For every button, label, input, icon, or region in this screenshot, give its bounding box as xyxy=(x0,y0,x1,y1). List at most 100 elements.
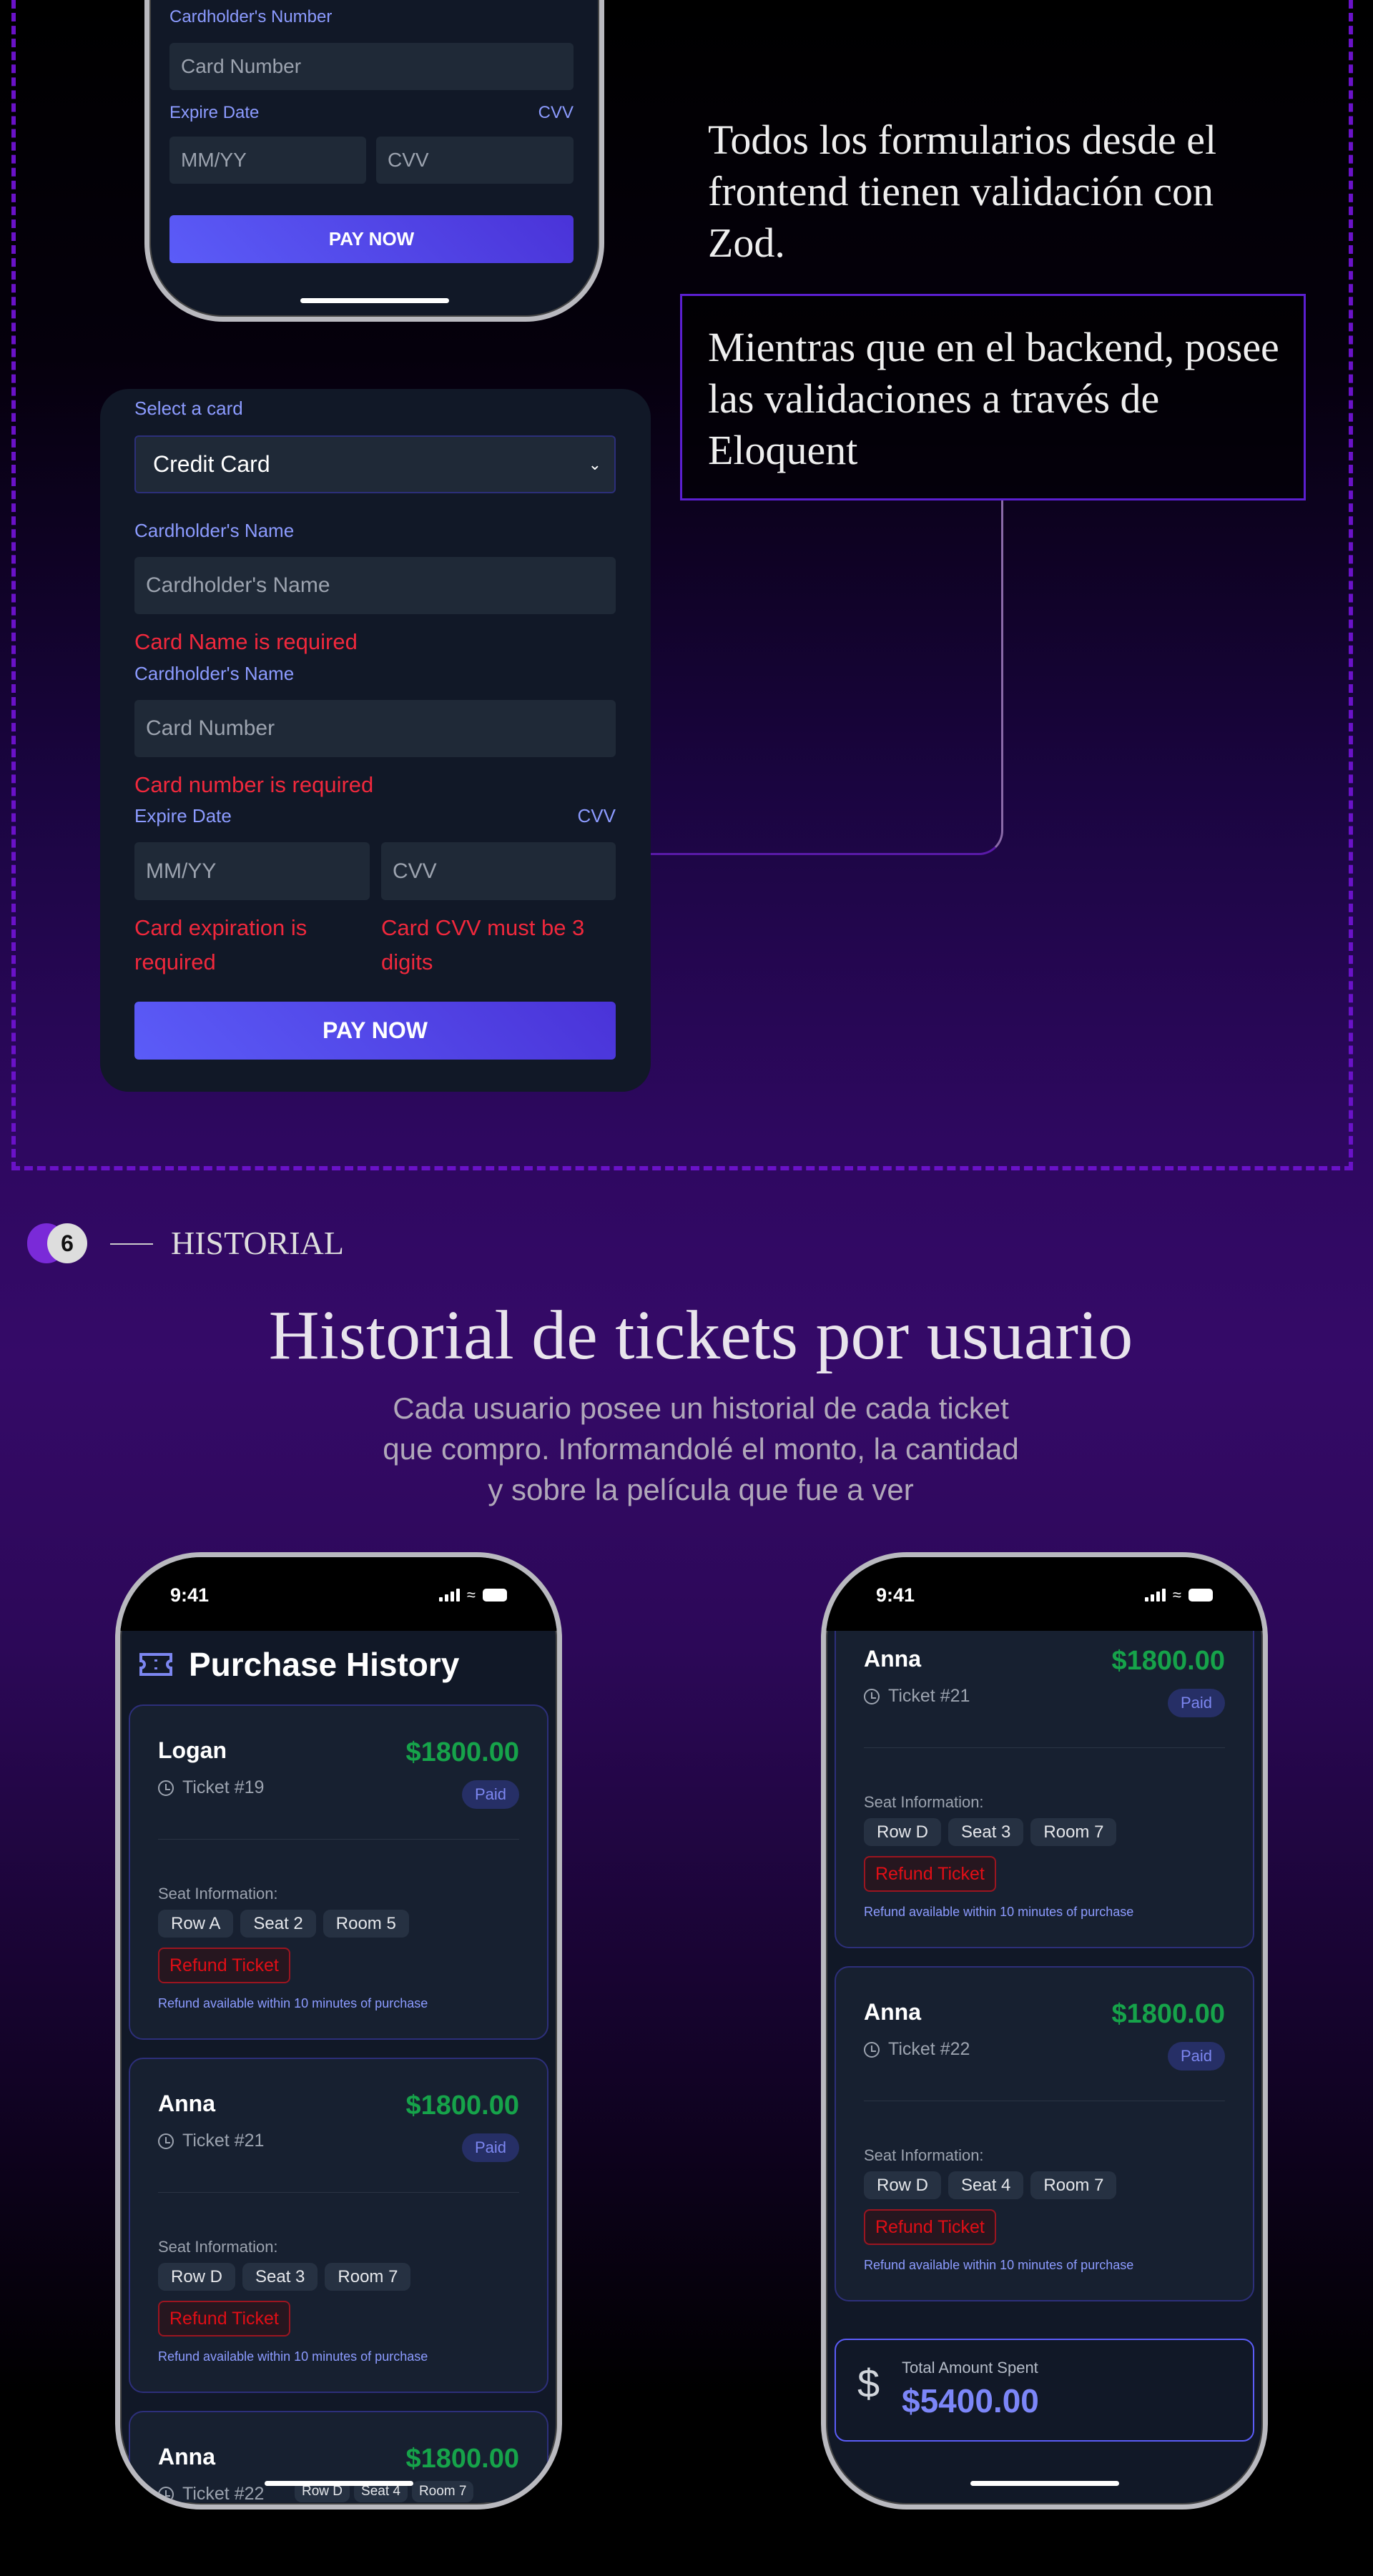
backend-note: Mientras que en el backend, posee las va… xyxy=(708,324,1279,473)
refund-ticket-button[interactable]: Refund Ticket xyxy=(158,2301,290,2336)
ticket-number: Ticket #22 xyxy=(182,2484,265,2504)
refund-note: Refund available within 10 minutes of pu… xyxy=(864,2258,1134,2272)
customer-name: Logan xyxy=(158,1737,227,1763)
refund-note: Refund available within 10 minutes of pu… xyxy=(158,2349,428,2364)
backend-note-box: Mientras que en el backend, posee las va… xyxy=(680,294,1306,500)
seat-chip: Seat 3 xyxy=(948,1818,1024,1846)
ticket-number: Ticket #21 xyxy=(182,2131,265,2151)
divider xyxy=(110,1243,153,1245)
dollar-icon: $ xyxy=(857,2361,880,2406)
status-icons: ≈ xyxy=(438,1586,507,1604)
divider xyxy=(158,1839,519,1840)
ticket-id: Ticket #22 xyxy=(158,2484,264,2505)
seat-chips: Row A Seat 2 Room 5 xyxy=(158,1910,409,1938)
clock-icon xyxy=(158,1780,174,1796)
customer-name: Anna xyxy=(864,1646,921,1672)
ticket-number: Ticket #21 xyxy=(888,1686,970,1706)
seat-chip: Room 7 xyxy=(325,2263,411,2291)
ticket-number: Ticket #19 xyxy=(182,1777,265,1797)
subtitle-line: y sobre la película que fue a ver xyxy=(488,1473,914,1506)
seat-chip: Room 7 xyxy=(411,2481,474,2502)
cvv-label: CVV xyxy=(538,103,574,122)
seat-chip: Seat 2 xyxy=(240,1910,316,1938)
status-badge: Paid xyxy=(1167,2042,1225,2071)
wifi-icon: ≈ xyxy=(1172,1586,1181,1604)
seat-chip: Seat 4 xyxy=(948,2171,1024,2199)
chevron-down-icon: ⌄ xyxy=(588,455,601,473)
select-card-label: Select a card xyxy=(134,398,243,419)
home-indicator xyxy=(300,298,449,303)
card-number-label: Cardholder's Name xyxy=(134,663,295,684)
refund-note: Refund available within 10 minutes of pu… xyxy=(158,1996,428,2010)
wifi-icon: ≈ xyxy=(466,1586,476,1604)
expire-input[interactable]: MM/YY xyxy=(134,842,370,900)
seat-info-label: Seat Information: xyxy=(864,2146,984,2164)
ticket-id: Ticket #19 xyxy=(158,1777,264,1798)
expire-input[interactable]: MM/YY xyxy=(169,137,366,184)
total-spent-card: $ Total Amount Spent $5400.00 xyxy=(835,2339,1254,2442)
card-number-input[interactable]: Card Number xyxy=(169,43,574,90)
seat-chip: Row D xyxy=(864,1818,942,1846)
status-bar: 9:41 ≈ xyxy=(826,1557,1263,1631)
divider xyxy=(864,1747,1225,1748)
battery-icon xyxy=(483,1589,507,1602)
seat-chips: Row D Seat 4 Room 7 xyxy=(864,2171,1117,2199)
ticket-price: $1800.00 xyxy=(1111,1999,1226,2029)
seat-info-label: Seat Information: xyxy=(158,2238,278,2256)
seat-chip: Seat 3 xyxy=(242,2263,318,2291)
clock-icon xyxy=(158,2133,174,2149)
ticket-number: Ticket #22 xyxy=(888,2039,970,2059)
seat-info-label: Seat Information: xyxy=(158,1885,278,1903)
cvv-input[interactable]: CVV xyxy=(381,842,616,900)
ticket-price: $1800.00 xyxy=(405,1737,520,1767)
seat-chip: Room 5 xyxy=(323,1910,409,1938)
cvv-input[interactable]: CVV xyxy=(376,137,574,184)
seat-chip: Row A xyxy=(158,1910,234,1938)
connector-line xyxy=(649,500,1003,855)
ticket-price: $1800.00 xyxy=(405,2091,520,2121)
section-label: HISTORIAL xyxy=(171,1225,344,1261)
validation-form: Select a card Credit Card ⌄ Cardholder's… xyxy=(100,389,651,1092)
status-badge: Paid xyxy=(1167,1689,1225,1717)
ticket-icon xyxy=(139,1653,172,1676)
customer-name: Anna xyxy=(158,2091,215,2116)
clock-time: 9:41 xyxy=(876,1584,915,1606)
ticket-id: Ticket #21 xyxy=(864,1686,970,1707)
total-label: Total Amount Spent xyxy=(902,2359,1038,2377)
card-type-select[interactable]: Credit Card ⌄ xyxy=(134,435,616,493)
seat-chip: Row D xyxy=(158,2263,236,2291)
status-bar: 9:41 ≈ xyxy=(120,1557,557,1631)
refund-ticket-button[interactable]: Refund Ticket xyxy=(864,1856,996,1892)
subtitle-line: Cada usuario posee un historial de cada … xyxy=(393,1391,1009,1425)
ticket-id: Ticket #21 xyxy=(158,2131,264,2151)
cardholder-name-label: Cardholder's Name xyxy=(134,520,295,541)
refund-ticket-button[interactable]: Refund Ticket xyxy=(158,1948,290,1983)
ticket-price: $1800.00 xyxy=(405,2444,520,2474)
pay-now-button[interactable]: PAY NOW xyxy=(169,215,574,263)
clock-time: 9:41 xyxy=(170,1584,210,1606)
signal-icon xyxy=(438,1589,460,1602)
home-indicator xyxy=(970,2481,1119,2486)
ticket-card: Anna $1800.00 Ticket #22 Paid Seat Inform… xyxy=(835,1966,1254,2301)
frontend-note: Todos los formularios desde el frontend … xyxy=(708,117,1217,266)
history-header: Purchase History xyxy=(139,1645,459,1684)
status-icons: ≈ xyxy=(1144,1586,1213,1604)
card-number-input[interactable]: Card Number xyxy=(134,700,616,757)
clock-icon xyxy=(864,1688,880,1704)
pay-now-button[interactable]: PAY NOW xyxy=(134,1002,616,1060)
cvv-label: CVV xyxy=(577,805,616,826)
seat-chip: Room 7 xyxy=(1030,2171,1117,2199)
section-title: Historial de tickets por usuario xyxy=(268,1297,1133,1374)
ticket-price: $1800.00 xyxy=(1111,1646,1226,1676)
refund-ticket-button[interactable]: Refund Ticket xyxy=(864,2209,996,2245)
expire-label: Expire Date xyxy=(134,805,232,826)
cardholder-name-input[interactable]: Cardholder's Name xyxy=(134,557,616,614)
phone-purchase-history: 9:41 ≈ Purchase History Logan $1800.00 Ti… xyxy=(115,1552,562,2510)
section-subtitle: Cada usuario posee un historial de cada … xyxy=(0,1388,1373,1510)
expire-error: Card expiration is required xyxy=(134,915,307,974)
phone-top: Cardholder's Number Card Number Expire D… xyxy=(144,0,604,322)
ticket-card: Logan $1800.00 Ticket #19 Paid Seat Infor… xyxy=(129,1704,548,2040)
seat-chip: Row D xyxy=(864,2171,942,2199)
ticket-card: Anna $1800.00 Ticket #21 Paid Seat Inform… xyxy=(835,1613,1254,1948)
cvv-error: Card CVV must be 3 digits xyxy=(381,915,585,974)
